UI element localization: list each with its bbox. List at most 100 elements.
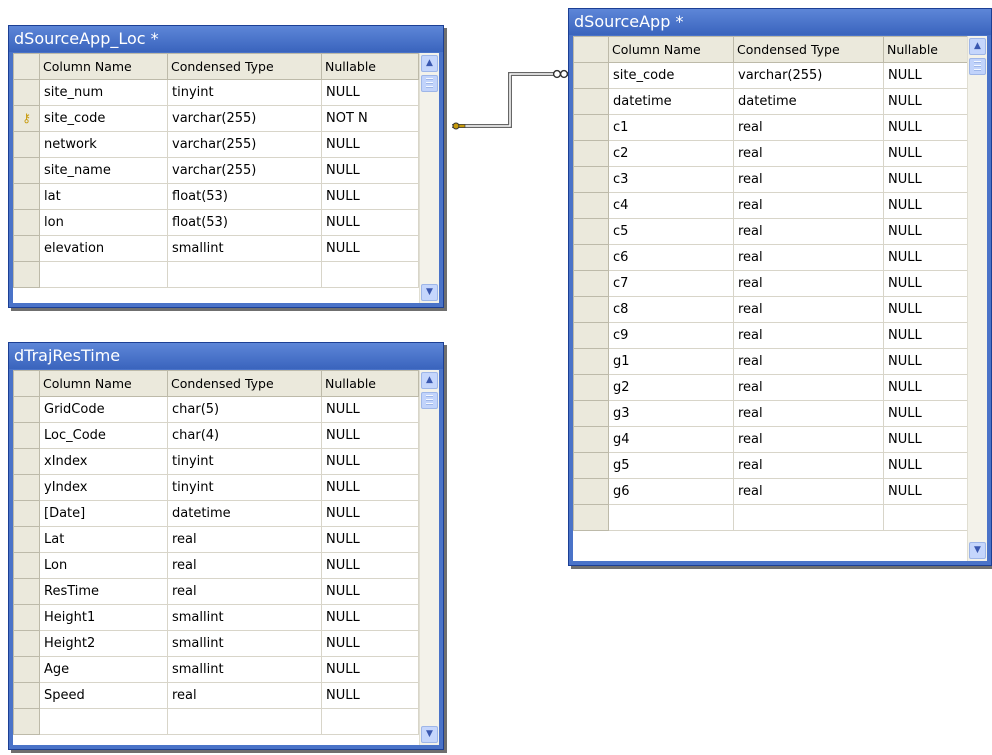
row-selector[interactable] xyxy=(573,218,609,245)
column-name-cell[interactable] xyxy=(608,504,734,531)
column-name-cell[interactable] xyxy=(39,708,168,735)
column-row[interactable]: Age smallint NULL xyxy=(13,656,419,683)
column-name-cell[interactable]: [Date] xyxy=(39,500,168,527)
vertical-scrollbar[interactable]: ▲ ▼ xyxy=(419,370,439,745)
column-name-cell[interactable] xyxy=(39,261,168,288)
nullable-cell[interactable] xyxy=(883,504,969,531)
row-selector[interactable] xyxy=(13,209,40,236)
table-title[interactable]: dSourceApp_Loc * xyxy=(9,26,443,52)
table-title[interactable]: dSourceApp * xyxy=(569,9,991,35)
condensed-type-cell[interactable] xyxy=(167,708,322,735)
condensed-type-cell[interactable]: smallint xyxy=(167,656,322,683)
row-selector[interactable] xyxy=(573,192,609,219)
condensed-type-cell[interactable]: real xyxy=(733,322,884,349)
row-selector[interactable] xyxy=(13,448,40,475)
column-row[interactable]: ResTime real NULL xyxy=(13,578,419,605)
column-name-cell[interactable]: Age xyxy=(39,656,168,683)
row-selector[interactable]: ⚷ xyxy=(13,105,40,132)
column-row[interactable]: Height1 smallint NULL xyxy=(13,604,419,631)
column-name-cell[interactable]: site_name xyxy=(39,157,168,184)
scroll-down-arrow-icon[interactable]: ▼ xyxy=(421,284,438,301)
column-row[interactable]: Lon real NULL xyxy=(13,552,419,579)
condensed-type-cell[interactable]: smallint xyxy=(167,630,322,657)
nullable-cell[interactable]: NULL xyxy=(321,474,419,501)
column-row[interactable]: site_name varchar(255) NULL xyxy=(13,157,419,184)
column-row[interactable]: Height2 smallint NULL xyxy=(13,630,419,657)
nullable-cell[interactable]: NULL xyxy=(321,682,419,709)
column-name-cell[interactable]: g6 xyxy=(608,478,734,505)
condensed-type-cell[interactable]: varchar(255) xyxy=(733,62,884,89)
scroll-up-arrow-icon[interactable]: ▲ xyxy=(421,55,438,72)
column-row[interactable]: xIndex tinyint NULL xyxy=(13,448,419,475)
column-row[interactable]: g5 real NULL xyxy=(573,452,969,479)
column-row[interactable]: GridCode char(5) NULL xyxy=(13,396,419,423)
row-selector[interactable] xyxy=(13,131,40,158)
condensed-type-cell[interactable]: real xyxy=(733,270,884,297)
column-row[interactable]: c9 real NULL xyxy=(573,322,969,349)
condensed-type-cell[interactable]: real xyxy=(733,348,884,375)
column-row[interactable]: c7 real NULL xyxy=(573,270,969,297)
column-row[interactable]: Lat real NULL xyxy=(13,526,419,553)
column-row[interactable]: site_code varchar(255) NULL xyxy=(573,62,969,89)
row-selector[interactable] xyxy=(573,478,609,505)
nullable-cell[interactable]: NULL xyxy=(321,604,419,631)
condensed-type-cell[interactable] xyxy=(167,261,322,288)
condensed-type-cell[interactable]: char(5) xyxy=(167,396,322,423)
column-row[interactable]: c6 real NULL xyxy=(573,244,969,271)
row-selector[interactable] xyxy=(573,426,609,453)
column-name-cell[interactable]: lat xyxy=(39,183,168,210)
column-row[interactable]: network varchar(255) NULL xyxy=(13,131,419,158)
column-name-cell[interactable]: Height2 xyxy=(39,630,168,657)
row-selector[interactable] xyxy=(13,396,40,423)
column-name-cell[interactable]: yIndex xyxy=(39,474,168,501)
nullable-cell[interactable]: NULL xyxy=(321,396,419,423)
row-selector[interactable] xyxy=(573,244,609,271)
column-row[interactable]: c5 real NULL xyxy=(573,218,969,245)
row-selector[interactable] xyxy=(13,235,40,262)
nullable-cell[interactable]: NULL xyxy=(321,79,419,106)
row-selector[interactable] xyxy=(573,374,609,401)
condensed-type-cell[interactable]: varchar(255) xyxy=(167,105,322,132)
nullable-cell[interactable]: NULL xyxy=(883,166,969,193)
column-name-cell[interactable]: c6 xyxy=(608,244,734,271)
condensed-type-cell[interactable]: float(53) xyxy=(167,183,322,210)
row-selector[interactable] xyxy=(13,682,40,709)
column-name-cell[interactable]: c3 xyxy=(608,166,734,193)
column-name-cell[interactable]: xIndex xyxy=(39,448,168,475)
nullable-cell[interactable]: NULL xyxy=(883,348,969,375)
row-selector[interactable] xyxy=(573,88,609,115)
condensed-type-cell[interactable]: real xyxy=(733,374,884,401)
nullable-cell[interactable]: NULL xyxy=(321,552,419,579)
column-name-cell[interactable]: site_code xyxy=(608,62,734,89)
nullable-cell[interactable]: NULL xyxy=(883,192,969,219)
column-name-cell[interactable]: c8 xyxy=(608,296,734,323)
vertical-scrollbar[interactable]: ▲ ▼ xyxy=(967,36,987,561)
table-dtrajrestime[interactable]: dTrajResTime Column Name Condensed Type … xyxy=(8,342,444,750)
scroll-thumb[interactable] xyxy=(421,75,438,92)
condensed-type-cell[interactable]: real xyxy=(733,400,884,427)
row-selector[interactable] xyxy=(573,322,609,349)
nullable-cell[interactable]: NULL xyxy=(883,296,969,323)
column-name-cell[interactable]: Height1 xyxy=(39,604,168,631)
nullable-cell[interactable]: NULL xyxy=(321,448,419,475)
column-row[interactable]: c1 real NULL xyxy=(573,114,969,141)
row-selector[interactable] xyxy=(13,79,40,106)
table-dsourceapp[interactable]: dSourceApp * Column Name Condensed Type … xyxy=(568,8,992,566)
scroll-up-arrow-icon[interactable]: ▲ xyxy=(969,38,986,55)
row-selector[interactable] xyxy=(573,114,609,141)
table-title[interactable]: dTrajResTime xyxy=(9,343,443,369)
row-selector[interactable] xyxy=(13,578,40,605)
nullable-cell[interactable]: NULL xyxy=(883,88,969,115)
condensed-type-cell[interactable]: real xyxy=(167,526,322,553)
column-row[interactable]: g2 real NULL xyxy=(573,374,969,401)
column-row[interactable]: elevation smallint NULL xyxy=(13,235,419,262)
nullable-cell[interactable]: NULL xyxy=(321,157,419,184)
condensed-type-cell[interactable]: real xyxy=(733,452,884,479)
condensed-type-cell[interactable] xyxy=(733,504,884,531)
column-row[interactable]: Loc_Code char(4) NULL xyxy=(13,422,419,449)
condensed-type-cell[interactable]: real xyxy=(167,682,322,709)
nullable-cell[interactable]: NULL xyxy=(321,131,419,158)
condensed-type-cell[interactable]: varchar(255) xyxy=(167,157,322,184)
column-row[interactable]: g1 real NULL xyxy=(573,348,969,375)
nullable-cell[interactable]: NULL xyxy=(321,422,419,449)
